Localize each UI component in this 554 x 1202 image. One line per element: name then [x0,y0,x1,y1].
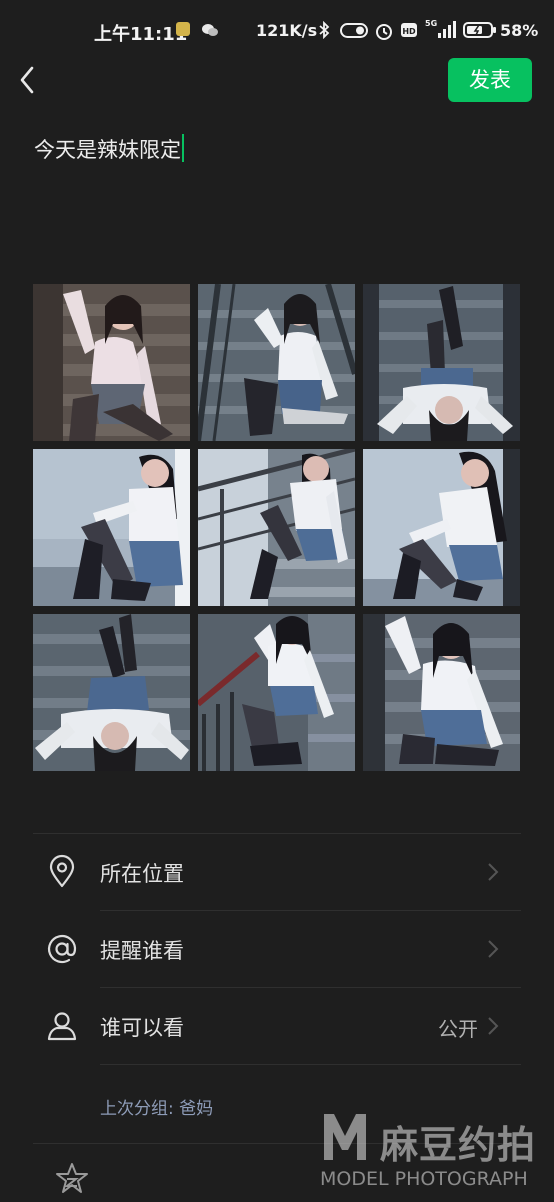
watermark: 麻豆约拍 MODEL PHOTOGRAPH [318,1108,550,1198]
svg-text:HD: HD [402,27,416,36]
back-button[interactable] [14,62,42,98]
photo-thumbnail-7[interactable] [33,614,190,771]
photo-thumbnail-8[interactable] [198,614,355,771]
photo-thumbnail-1[interactable] [33,284,190,441]
text-caret [182,134,184,162]
alarm-icon [374,21,394,45]
network-speed: 121K/s [256,21,318,40]
network-type: 5G [425,19,437,28]
chevron-right-icon [486,937,500,961]
chevron-right-icon [486,860,500,884]
status-bar: 上午11:11 121K/s HD 5G 58% [0,0,554,60]
visibility-value: 公开 [438,1017,478,1041]
chevron-left-icon [20,66,34,94]
at-icon [44,931,80,967]
photo-thumbnail-6[interactable] [363,449,520,606]
menu-divider [100,1064,521,1065]
photo-thumbnail-9[interactable] [363,614,520,771]
toggle-icon [340,21,368,43]
visibility-label: 谁可以看 [100,1016,184,1040]
photo-thumbnail-2[interactable] [198,284,355,441]
app-badge-icon [176,22,190,36]
photo-thumbnail-4[interactable] [33,449,190,606]
watermark-cn: 麻豆约拍 [380,1123,537,1167]
location-label: 所在位置 [100,862,184,886]
battery-icon [463,22,497,42]
watermark-logo-icon [320,1110,370,1164]
publish-button[interactable]: 发表 [448,58,532,102]
post-text-input[interactable]: 今天是辣妹限定 [34,134,184,164]
wechat-icon [202,22,218,36]
battery-percent: 58% [500,21,539,40]
location-row[interactable]: 所在位置 [0,834,554,910]
photo-thumbnail-3[interactable] [363,284,520,441]
status-time: 上午11:11 [94,24,188,45]
bluetooth-icon [318,20,330,43]
person-icon [44,1008,80,1044]
last-group-hint[interactable]: 上次分组: 爸妈 [100,1094,213,1119]
chevron-right-icon [486,1014,500,1038]
watermark-en: MODEL PHOTOGRAPH [320,1168,528,1190]
photo-thumbnail-5[interactable] [198,449,355,606]
visibility-row[interactable]: 谁可以看 公开 [0,988,554,1064]
location-pin-icon [44,854,80,890]
signal-icon: 5G [424,18,460,44]
photo-grid [33,284,521,772]
hd-icon: HD [400,21,418,43]
mention-label: 提醒谁看 [100,939,184,963]
mention-row[interactable]: 提醒谁看 [0,911,554,987]
star-icon[interactable] [52,1158,92,1198]
post-text-content: 今天是辣妹限定 [34,138,181,162]
